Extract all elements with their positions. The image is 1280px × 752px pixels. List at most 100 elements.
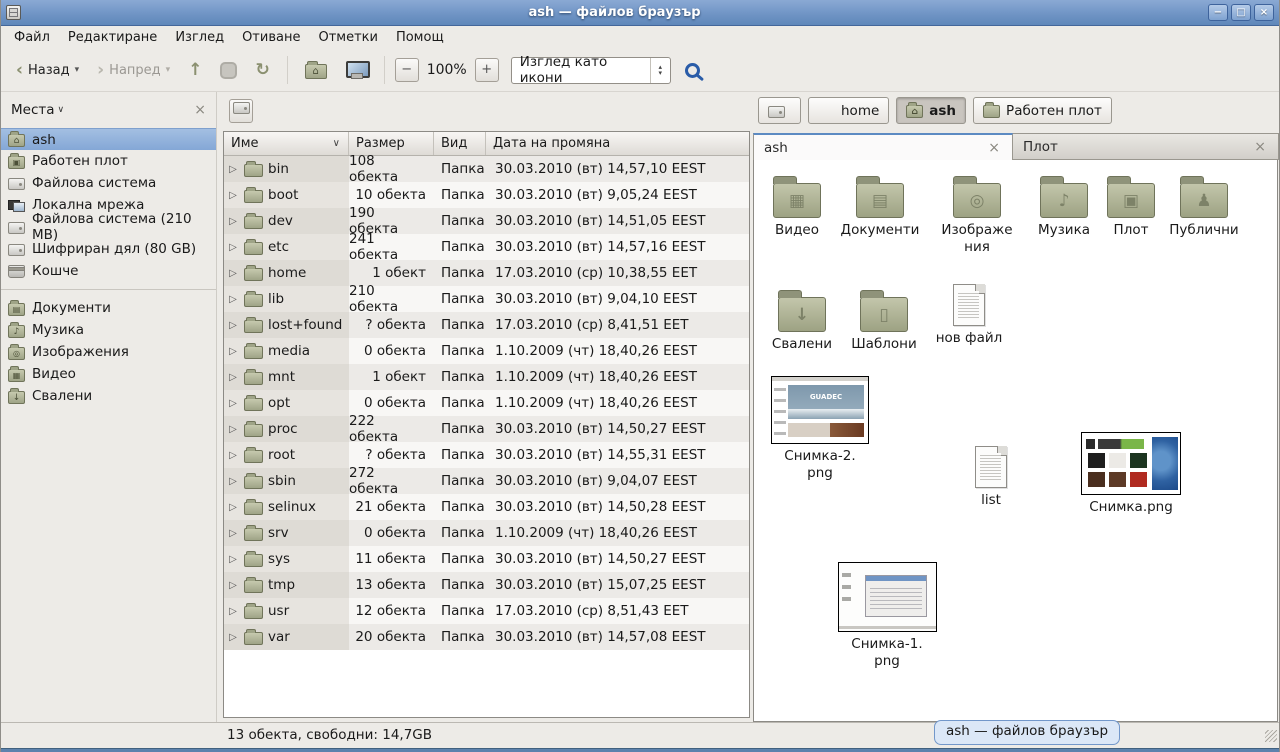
view-mode-select[interactable]: Изглед като икони ▴▾ — [511, 57, 671, 84]
table-row[interactable]: ▷ tmp 13 обекта Папка 30.03.2010 (вт) 15… — [224, 572, 749, 598]
expander-icon[interactable]: ▷ — [227, 554, 239, 565]
expander-icon[interactable]: ▷ — [227, 320, 239, 331]
expander-icon[interactable]: ▷ — [227, 164, 239, 175]
file-item[interactable]: Видео — [759, 174, 835, 239]
file-item[interactable]: list — [957, 446, 1025, 509]
sidebar-item[interactable]: Изображения — [1, 341, 216, 363]
file-item[interactable]: Свалени — [762, 288, 842, 353]
reload-button[interactable]: ↻ — [248, 58, 276, 82]
zoom-in-button[interactable]: + — [475, 58, 499, 82]
places-collapse-icon[interactable]: ∨ — [58, 105, 65, 115]
table-row[interactable]: ▷ root ? обекта Папка 30.03.2010 (вт) 14… — [224, 442, 749, 468]
menu-item[interactable]: Изглед — [166, 27, 233, 48]
column-header-size[interactable]: Размер — [349, 132, 434, 155]
expander-icon[interactable]: ▷ — [227, 476, 239, 487]
table-row[interactable]: ▷ sys 11 обекта Папка 30.03.2010 (вт) 14… — [224, 546, 749, 572]
back-dropdown-icon[interactable]: ▾ — [75, 65, 80, 75]
menu-item[interactable]: Файл — [5, 27, 59, 48]
zoom-out-button[interactable]: − — [395, 58, 419, 82]
file-item[interactable]: Снимка-2.png — [767, 376, 873, 482]
expander-icon[interactable]: ▷ — [227, 216, 239, 227]
path-button[interactable]: Работен плот — [973, 97, 1112, 124]
menu-item[interactable]: Отметки — [309, 27, 386, 48]
tab-close-icon[interactable]: × — [986, 140, 1002, 156]
table-row[interactable]: ▷ home 1 обект Папка 17.03.2010 (ср) 10,… — [224, 260, 749, 286]
expander-icon[interactable]: ▷ — [227, 190, 239, 201]
sidebar-item[interactable]: Файлова система (210 MB) — [1, 216, 216, 238]
path-button[interactable]: ash — [896, 97, 966, 124]
file-item[interactable]: Плот — [1098, 174, 1164, 239]
expander-icon[interactable]: ▷ — [227, 242, 239, 253]
table-row[interactable]: ▷ etc 241 обекта Папка 30.03.2010 (вт) 1… — [224, 234, 749, 260]
expander-icon[interactable]: ▷ — [227, 632, 239, 643]
table-row[interactable]: ▷ selinux 21 обекта Папка 30.03.2010 (вт… — [224, 494, 749, 520]
expander-icon[interactable]: ▷ — [227, 424, 239, 435]
column-header-name[interactable]: Име ∨ — [224, 132, 349, 155]
sidebar-item[interactable]: Видео — [1, 363, 216, 385]
home-button[interactable]: ⌂ — [298, 56, 334, 84]
table-row[interactable]: ▷ dev 190 обекта Папка 30.03.2010 (вт) 1… — [224, 208, 749, 234]
places-close-icon[interactable]: × — [194, 102, 206, 118]
expander-icon[interactable]: ▷ — [227, 294, 239, 305]
close-button[interactable]: × — [1254, 4, 1274, 21]
combo-arrows-icon[interactable]: ▴▾ — [650, 58, 670, 83]
sidebar-item[interactable]: Документи — [1, 297, 216, 319]
table-row[interactable]: ▷ sbin 272 обекта Папка 30.03.2010 (вт) … — [224, 468, 749, 494]
places-title[interactable]: Места — [11, 102, 55, 118]
sidebar-item[interactable]: Работен плот — [1, 150, 216, 172]
sidebar-item[interactable]: Свалени — [1, 385, 216, 407]
path-button[interactable]: home — [808, 97, 889, 124]
table-row[interactable]: ▷ bin 108 обекта Папка 30.03.2010 (вт) 1… — [224, 156, 749, 182]
file-item[interactable]: Музика — [1026, 174, 1102, 239]
file-item[interactable]: Документи — [838, 174, 922, 239]
table-row[interactable]: ▷ var 20 обекта Папка 30.03.2010 (вт) 14… — [224, 624, 749, 650]
tab[interactable]: ash × — [753, 133, 1013, 160]
expander-icon[interactable]: ▷ — [227, 450, 239, 461]
table-row[interactable]: ▷ boot 10 обекта Папка 30.03.2010 (вт) 9… — [224, 182, 749, 208]
tab[interactable]: Плот × — [1013, 133, 1279, 160]
file-item[interactable]: Шаблони — [844, 288, 924, 353]
forward-button[interactable]: › Напред ▾ — [90, 58, 177, 83]
file-item[interactable]: нов файл — [929, 284, 1009, 347]
tab-close-icon[interactable]: × — [1252, 139, 1268, 155]
minimize-button[interactable]: − — [1208, 4, 1228, 21]
expander-icon[interactable]: ▷ — [227, 398, 239, 409]
computer-button[interactable] — [338, 56, 374, 84]
expander-icon[interactable]: ▷ — [227, 528, 239, 539]
resize-grip[interactable] — [1265, 730, 1277, 742]
up-button[interactable]: ↑ — [181, 58, 209, 82]
sidebar-item[interactable]: ash — [1, 128, 216, 150]
sidebar-item[interactable]: Файлова система — [1, 172, 216, 194]
file-item[interactable]: Публични — [1160, 174, 1248, 239]
column-header-date[interactable]: Дата на промяна — [486, 132, 749, 155]
expander-icon[interactable]: ▷ — [227, 372, 239, 383]
file-item[interactable]: Снимка-1.png — [834, 562, 940, 670]
table-row[interactable]: ▷ lost+found ? обекта Папка 17.03.2010 (… — [224, 312, 749, 338]
stop-button[interactable] — [213, 57, 244, 84]
expander-icon[interactable]: ▷ — [227, 502, 239, 513]
expander-icon[interactable]: ▷ — [227, 606, 239, 617]
column-header-type[interactable]: Вид — [434, 132, 486, 155]
maximize-button[interactable]: □ — [1231, 4, 1251, 21]
menu-item[interactable]: Редактиране — [59, 27, 166, 48]
sidebar-item[interactable]: Музика — [1, 319, 216, 341]
file-item[interactable]: Изображения — [930, 174, 1024, 256]
tree-root-button[interactable] — [229, 99, 253, 123]
menu-item[interactable]: Отиване — [233, 27, 309, 48]
expander-icon[interactable]: ▷ — [227, 580, 239, 591]
table-row[interactable]: ▷ mnt 1 обект Папка 1.10.2009 (чт) 18,40… — [224, 364, 749, 390]
table-row[interactable]: ▷ media 0 обекта Папка 1.10.2009 (чт) 18… — [224, 338, 749, 364]
sidebar-item[interactable]: Кошче — [1, 260, 216, 282]
table-row[interactable]: ▷ usr 12 обекта Папка 17.03.2010 (ср) 8,… — [224, 598, 749, 624]
sidebar-item[interactable]: Шифриран дял (80 GB) — [1, 238, 216, 260]
search-icon[interactable] — [685, 63, 700, 78]
table-row[interactable]: ▷ srv 0 обекта Папка 1.10.2009 (чт) 18,4… — [224, 520, 749, 546]
table-row[interactable]: ▷ proc 222 обекта Папка 30.03.2010 (вт) … — [224, 416, 749, 442]
table-row[interactable]: ▷ lib 210 обекта Папка 30.03.2010 (вт) 9… — [224, 286, 749, 312]
back-button[interactable]: ‹ Назад ▾ — [9, 58, 86, 83]
expander-icon[interactable]: ▷ — [227, 268, 239, 279]
path-button[interactable] — [758, 97, 801, 124]
menu-item[interactable]: Помощ — [387, 27, 453, 48]
table-row[interactable]: ▷ opt 0 обекта Папка 1.10.2009 (чт) 18,4… — [224, 390, 749, 416]
expander-icon[interactable]: ▷ — [227, 346, 239, 357]
